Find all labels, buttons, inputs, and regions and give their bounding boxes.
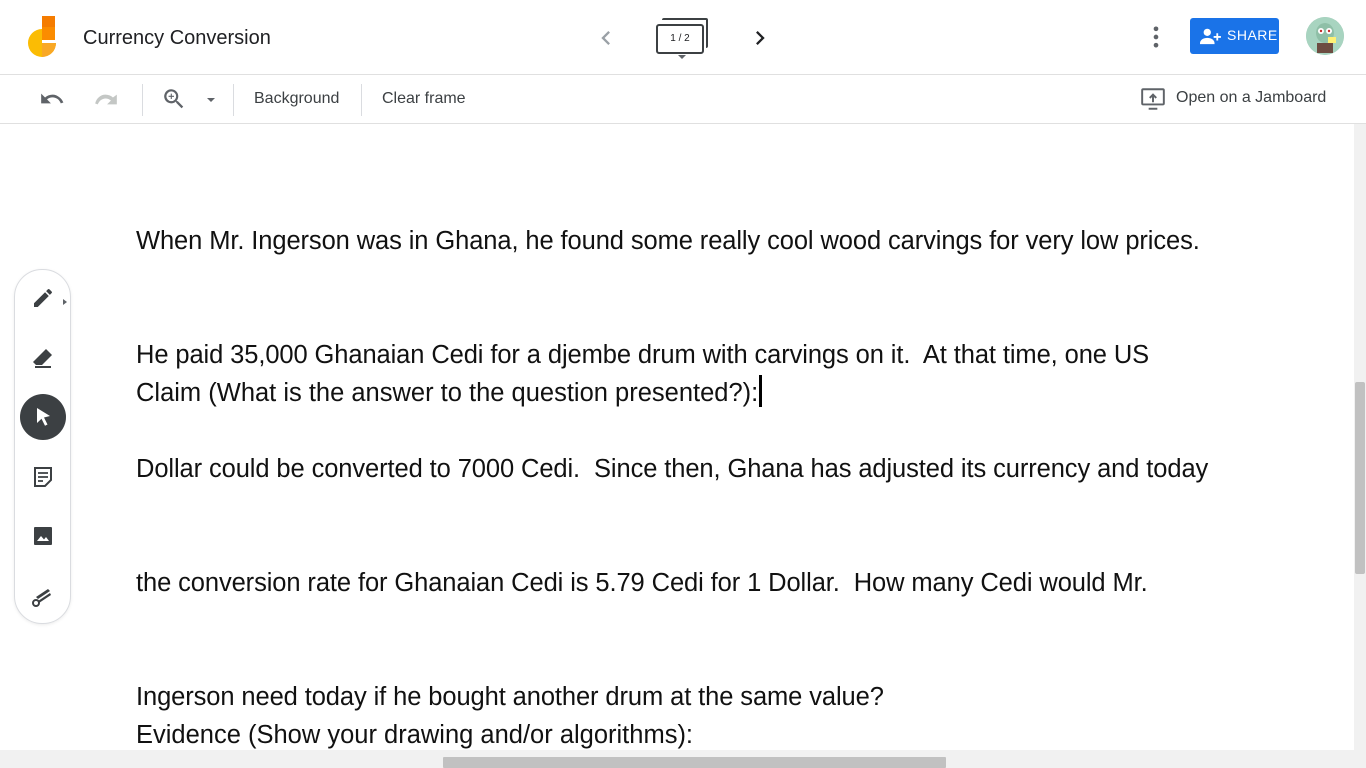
user-avatar[interactable] [1306,17,1344,55]
chevron-down-icon [678,55,686,59]
problem-line: When Mr. Ingerson was in Ghana, he found… [136,227,1200,255]
problem-line: Dollar could be converted to 7000 Cedi. … [136,455,1209,483]
laser-pointer-icon [32,589,51,607]
vertical-scrollbar[interactable] [1354,124,1366,750]
claim-text-box[interactable]: Claim (What is the answer to the questio… [136,374,763,412]
horizontal-scrollbar[interactable] [0,750,1366,768]
sticky-note-button[interactable] [20,454,66,500]
text-cursor [759,375,763,407]
redo-icon [95,94,117,105]
share-button[interactable]: SHARE [1190,18,1279,54]
add-image-button[interactable] [20,513,66,559]
undo-button[interactable] [39,86,65,112]
chevron-left-icon [601,31,610,45]
image-icon [34,527,52,545]
claim-label: Claim (What is the answer to the questio… [136,379,759,407]
toolbar-divider [142,84,143,116]
chevron-right-icon [63,299,67,305]
previous-frame-button[interactable] [592,24,620,52]
laser-tool-button[interactable] [20,573,66,619]
evidence-label[interactable]: Evidence (Show your drawing and/or algor… [136,716,693,750]
problem-line: the conversion rate for Ghanaian Cedi is… [136,569,1148,597]
document-title[interactable]: Currency Conversion [83,27,271,50]
background-button[interactable]: Background [254,90,339,108]
problem-text[interactable]: When Mr. Ingerson was in Ghana, he found… [136,146,1336,750]
toolbar-divider [233,84,234,116]
toolbar-divider [361,84,362,116]
zoom-dropdown-icon[interactable] [207,98,215,102]
undo-icon [41,93,64,104]
more-vert-icon [1153,26,1159,48]
frame-indicator: 1 / 2 [656,24,704,54]
jamboard-app: Currency Conversion 1 / 2 SHARE Backgrou… [0,0,1366,768]
problem-line: He paid 35,000 Ghanaian Cedi for a djemb… [136,341,1150,369]
frame-bar-toggle[interactable]: 1 / 2 [656,17,710,63]
horizontal-scroll-thumb[interactable] [443,757,946,768]
pen-icon [34,288,52,307]
sticky-note-icon [34,467,52,487]
open-on-jamboard-label: Open on a Jamboard [1176,89,1327,106]
jamboard-logo[interactable] [26,16,58,60]
more-options-button[interactable] [1142,22,1170,52]
zoom-button[interactable] [161,86,187,112]
vertical-scroll-thumb[interactable] [1355,382,1365,574]
zoom-in-icon [164,89,184,109]
tool-palette [14,269,71,624]
select-arrow-icon [37,408,50,426]
eraser-icon [33,349,52,368]
share-label: SHARE [1227,27,1278,43]
next-frame-button[interactable] [746,24,774,52]
pen-tool-button[interactable] [20,275,67,321]
open-on-jamboard-button[interactable]: Open on a Jamboard [1140,85,1340,115]
chevron-right-icon [756,31,765,45]
cast-icon [1141,88,1165,110]
select-tool-button[interactable] [20,394,66,440]
problem-line: Ingerson need today if he bought another… [136,683,884,711]
edit-toolbar: Background Clear frame Open on a Jamboar… [0,75,1366,124]
jam-canvas[interactable]: When Mr. Ingerson was in Ghana, he found… [0,124,1354,750]
person-add-icon [1200,28,1221,45]
top-header: Currency Conversion 1 / 2 SHARE [0,0,1366,75]
eraser-tool-button[interactable] [20,335,66,381]
clear-frame-button[interactable]: Clear frame [382,90,466,108]
redo-button[interactable] [93,86,119,112]
